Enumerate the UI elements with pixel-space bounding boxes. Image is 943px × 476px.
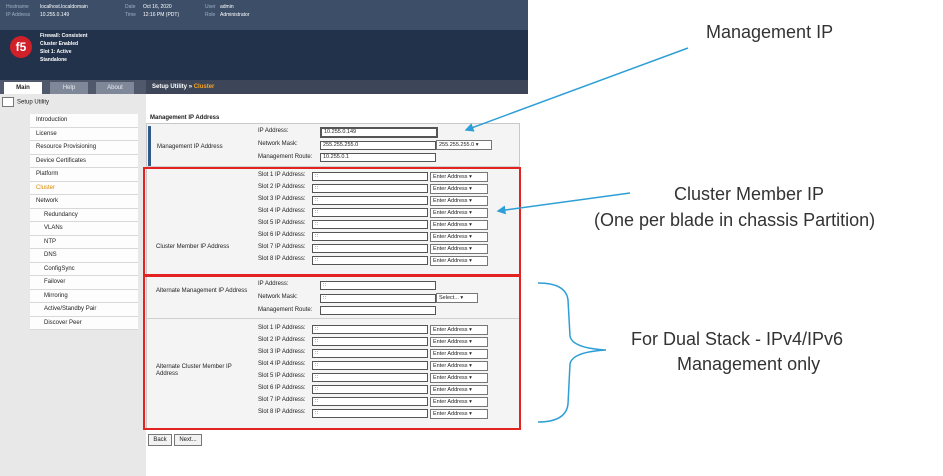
next-button[interactable]: Next... xyxy=(174,434,202,446)
mgmt-ip-input[interactable]: 10.255.0.149 xyxy=(320,127,438,138)
breadcrumb: Setup Utility » Cluster xyxy=(146,80,528,94)
annotation-cluster-member-ip: Cluster Member IP xyxy=(674,184,825,204)
sidebar-item-configsync[interactable]: ConfigSync xyxy=(30,262,138,276)
dual-stack-brace xyxy=(537,282,607,423)
sidebar-item-redundancy[interactable]: Redundancy xyxy=(30,208,138,222)
dual-stack-highlight-box xyxy=(143,275,521,430)
mgmt-mask-select-value: 255.255.255.0 xyxy=(439,142,475,148)
status-item: Slot 1: Active xyxy=(40,49,72,55)
annotation-dual-stack: For Dual Stack - IPv4/IPv6 xyxy=(631,329,844,349)
tab-help[interactable]: Help xyxy=(50,82,88,94)
section-title: Management IP Address xyxy=(150,115,220,121)
status-item: Firewall: Consistent xyxy=(40,33,88,39)
status-item: Standalone xyxy=(40,57,67,63)
setup-utility-icon xyxy=(2,97,14,107)
time-value: 12:16 PM (PDT) xyxy=(143,12,180,18)
back-button[interactable]: Back xyxy=(148,434,172,446)
sidebar-item-ntp[interactable]: NTP xyxy=(30,235,138,249)
sidebar-item-network[interactable]: Network xyxy=(30,195,138,209)
role-label: Role xyxy=(205,12,216,18)
hostname-value: localhost.localdomain xyxy=(40,4,88,10)
breadcrumb-parent[interactable]: Setup Utility xyxy=(152,84,187,90)
sidebar-item-platform[interactable]: Platform xyxy=(30,168,138,182)
sidebar-item-dns[interactable]: DNS xyxy=(30,249,138,263)
user-label: User xyxy=(205,4,216,10)
ip-label: IP Address xyxy=(6,12,31,18)
hostname-label: Hostname xyxy=(6,4,29,10)
role-value: Administrator xyxy=(220,12,250,18)
sidebar-item-cluster[interactable]: Cluster xyxy=(30,181,138,195)
time-label: Time xyxy=(125,12,136,18)
date-value: Oct 16, 2020 xyxy=(143,4,172,10)
sidebar-item-device-certificates[interactable]: Device Certificates xyxy=(30,154,138,168)
sidebar-item-introduction[interactable]: Introduction xyxy=(30,114,138,128)
setup-utility-header[interactable]: Setup Utility xyxy=(2,97,49,107)
tab-about[interactable]: About xyxy=(96,82,134,94)
sidebar-item-failover[interactable]: Failover xyxy=(30,276,138,290)
mgmt-mask-label: Network Mask: xyxy=(258,141,298,147)
sidebar-item-discover-peer[interactable]: Discover Peer xyxy=(30,316,138,330)
annotation-cluster-note: (One per blade in chassis Partition) xyxy=(594,210,876,230)
mgmt-mask-select[interactable]: 255.255.255.0 ▾ xyxy=(436,140,492,150)
sidebar-item-vlans[interactable]: VLANs xyxy=(30,222,138,236)
annotation-management-only: Management only xyxy=(677,354,821,374)
user-value: admin xyxy=(220,4,234,10)
f5-config-window: Hostname localhost.localdomain IP Addres… xyxy=(0,0,528,476)
mgmt-route-label: Management Route: xyxy=(258,154,313,160)
annotation-management-ip: Management IP xyxy=(706,22,834,42)
setup-utility-label: Setup Utility xyxy=(17,99,50,106)
header-bar: Hostname localhost.localdomain IP Addres… xyxy=(0,0,528,30)
breadcrumb-separator: » xyxy=(188,84,193,90)
sidebar-item-resource-provisioning[interactable]: Resource Provisioning xyxy=(30,141,138,155)
sidebar-nav: Introduction License Resource Provisioni… xyxy=(30,114,138,330)
breadcrumb-current: Cluster xyxy=(193,84,215,90)
sidebar-item-active-standby-pair[interactable]: Active/Standby Pair xyxy=(30,303,138,317)
sidebar-item-license[interactable]: License xyxy=(30,127,138,141)
mgmt-ip-row-label: Management IP Address xyxy=(148,126,247,168)
cluster-highlight-box xyxy=(143,167,521,276)
mgmt-mask-input[interactable]: 255.255.255.0 xyxy=(320,141,436,150)
status-list: Firewall: Consistent Cluster Enabled Slo… xyxy=(40,32,88,64)
mgmt-route-input[interactable]: 10.255.0.1 xyxy=(320,153,436,162)
mgmt-ip-label: IP Address: xyxy=(258,128,289,134)
tab-main[interactable]: Main xyxy=(4,82,42,94)
date-label: Date xyxy=(125,4,136,10)
ip-value: 10.255.0.149 xyxy=(40,12,70,18)
f5-logo: f5 xyxy=(10,36,32,58)
sidebar-item-mirroring[interactable]: Mirroring xyxy=(30,289,138,303)
status-item: Cluster Enabled xyxy=(40,41,79,47)
